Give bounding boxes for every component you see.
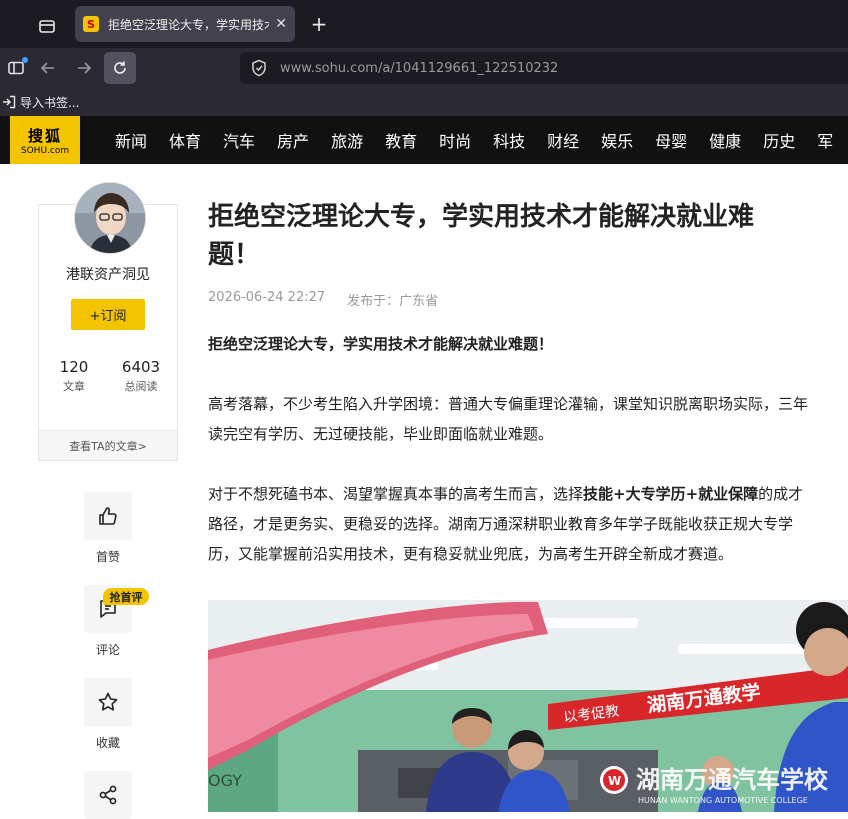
photo-watermark-text: 湖南万通汽车学校 bbox=[636, 766, 829, 794]
logo-main-text: 搜狐 bbox=[27, 126, 62, 145]
channel-link[interactable]: 科技 bbox=[493, 128, 525, 152]
author-avatar[interactable] bbox=[74, 182, 146, 254]
article-meta: 2026-06-24 22:27 发布于：广东省 bbox=[208, 290, 460, 309]
lead-paragraph: 拒绝空泛理论大专，学实用技术才能解决就业难题！ bbox=[208, 329, 848, 359]
channel-link[interactable]: 房产 bbox=[277, 128, 309, 152]
channel-link[interactable]: 体育 bbox=[169, 128, 201, 152]
channel-link[interactable]: 健康 bbox=[709, 128, 741, 152]
photo-wall-text-2: OGY bbox=[208, 771, 242, 790]
comment-label: 评论 bbox=[95, 643, 120, 657]
channel-link[interactable]: 历史 bbox=[763, 128, 795, 152]
publish-date: 2026-06-24 22:27 bbox=[208, 290, 326, 305]
favorite-label: 收藏 bbox=[95, 736, 120, 750]
sidebar-icon bbox=[8, 61, 24, 75]
paragraph-line: 历，又能掌握前沿实用技术，更有稳妥就业兜底，为高考生开辟全新成才赛道。 bbox=[208, 545, 734, 563]
forward-button[interactable] bbox=[68, 52, 100, 84]
url-text[interactable]: www.sohu.com/a/1041129661_122510232 bbox=[280, 61, 558, 76]
articles-count: 120 bbox=[59, 358, 89, 376]
article-title: 拒绝空泛理论大专，学实用技术才能解决就业难 题！ bbox=[208, 198, 828, 274]
favorite-button[interactable] bbox=[84, 678, 132, 726]
import-icon bbox=[3, 95, 16, 109]
channel-link[interactable]: 汽车 bbox=[223, 128, 255, 152]
address-bar[interactable]: www.sohu.com/a/1041129661_122510232 bbox=[240, 52, 848, 84]
sidebar-toggle-button[interactable] bbox=[0, 52, 32, 84]
channel-link[interactable]: 时尚 bbox=[439, 128, 471, 152]
title-line: 题！ bbox=[208, 240, 261, 270]
site-security-icon[interactable] bbox=[250, 59, 268, 77]
star-icon bbox=[98, 692, 118, 711]
publish-location: 发布于：广东省 bbox=[347, 294, 439, 309]
paragraph-1: 高考落幕，不少考生陷入升学困境：普通大专偏重理论灌输，课堂知识脱离职场实际，三年… bbox=[208, 389, 848, 449]
like-action[interactable]: 首赞 bbox=[84, 492, 132, 565]
channel-link[interactable]: 母婴 bbox=[655, 128, 687, 152]
thumbs-up-icon bbox=[99, 507, 117, 525]
shield-icon bbox=[252, 59, 266, 77]
paragraph-text: 对于不想死磕书本、渴望掌握真本事的高考生而言，选择 bbox=[208, 485, 584, 503]
reload-button[interactable] bbox=[104, 52, 136, 84]
tab-bar: S 拒绝空泛理论大专，学实用技术才能解决就业难题！ ✕ + bbox=[0, 0, 848, 48]
tab-list-icon bbox=[39, 20, 55, 33]
like-label: 首赞 bbox=[95, 550, 120, 564]
favorite-action[interactable]: 收藏 bbox=[84, 678, 132, 751]
channel-link[interactable]: 财经 bbox=[547, 128, 579, 152]
articles-label: 文章 bbox=[63, 380, 85, 393]
back-arrow-icon bbox=[40, 62, 54, 74]
workshop-photo-illustration: 湖南万通教学 以考促教 基地 OGY W 湖南万通汽车学校 HUNAN WANT… bbox=[208, 600, 848, 812]
forward-arrow-icon bbox=[78, 62, 92, 74]
channel-link[interactable]: 旅游 bbox=[331, 128, 363, 152]
tab-title: 拒绝空泛理论大专，学实用技术才能解决就业难题！ bbox=[108, 17, 269, 32]
import-bookmarks-item[interactable]: 导入书签... bbox=[2, 94, 79, 111]
paragraph-line: 路径，才是更务实、更稳妥的选择。湖南万通深耕职业教育多年学子既能收获正规大专学 bbox=[208, 515, 794, 533]
watermark-logo-text: W bbox=[608, 774, 621, 788]
first-comment-badge: 抢首评 bbox=[103, 588, 149, 605]
like-button[interactable] bbox=[84, 492, 132, 540]
lead-text: 拒绝空泛理论大专，学实用技术才能解决就业难题！ bbox=[208, 335, 554, 353]
reads-label: 总阅读 bbox=[124, 380, 158, 393]
paragraph-line: 高考落幕，不少考生陷入升学困境：普通大专偏重理论灌输，课堂知识脱离职场实际，三年 bbox=[208, 395, 809, 413]
navigation-bar: www.sohu.com/a/1041129661_122510232 bbox=[0, 48, 848, 88]
tab-close-icon[interactable]: ✕ bbox=[275, 16, 287, 32]
share-icon bbox=[99, 785, 117, 805]
tab-list-button[interactable] bbox=[30, 10, 64, 42]
photo-watermark-subtext: HUNAN WANTONG AUTOMOTIVE COLLEGE bbox=[638, 796, 808, 805]
notification-dot bbox=[22, 57, 28, 63]
logo-sub-text: SOHU.com bbox=[20, 145, 70, 156]
title-line: 拒绝空泛理论大专，学实用技术才能解决就业难 bbox=[208, 202, 755, 232]
channel-nav: 新闻 体育 汽车 房产 旅游 教育 时尚 科技 财经 娱乐 母婴 健康 历史 军 bbox=[104, 116, 844, 164]
subscribe-button[interactable]: +订阅 bbox=[71, 299, 145, 330]
paragraph-line: 对于不想死磕书本、渴望掌握真本事的高考生而言，选择技能+大专学历+就业保障的成才 bbox=[208, 479, 848, 509]
paragraph-highlight: 技能+大专学历+就业保障 bbox=[583, 485, 759, 503]
reload-icon bbox=[114, 61, 126, 74]
avatar-illustration bbox=[75, 183, 145, 253]
author-articles-link[interactable]: 查看TA的文章> bbox=[39, 430, 177, 460]
bookmarks-toolbar: 导入书签... bbox=[0, 88, 848, 116]
channel-link[interactable]: 军 bbox=[817, 128, 833, 152]
reads-count: 6403 bbox=[121, 358, 161, 376]
sohu-favicon-icon: S bbox=[83, 16, 99, 32]
article-photo[interactable]: 湖南万通教学 以考促教 基地 OGY W 湖南万通汽车学校 HUNAN WANT… bbox=[208, 600, 848, 812]
reads-stat: 6403 总阅读 bbox=[116, 358, 166, 394]
back-button[interactable] bbox=[32, 52, 64, 84]
paragraph-2: 对于不想死磕书本、渴望掌握真本事的高考生而言，选择技能+大专学历+就业保障的成才… bbox=[208, 479, 848, 569]
new-tab-button[interactable]: + bbox=[306, 11, 332, 37]
channel-link[interactable]: 教育 bbox=[385, 128, 417, 152]
channel-link[interactable]: 新闻 bbox=[115, 128, 147, 152]
sohu-logo[interactable]: 搜狐 SOHU.com bbox=[10, 116, 80, 164]
author-name[interactable]: 港联资产洞见 bbox=[38, 264, 178, 284]
active-tab[interactable]: S 拒绝空泛理论大专，学实用技术才能解决就业难题！ ✕ bbox=[75, 6, 295, 42]
import-bookmarks-label: 导入书签... bbox=[20, 95, 80, 110]
paragraph-text: 的成才 bbox=[758, 485, 804, 503]
paragraph-line: 读完空有学历、无过硬技能，毕业即面临就业难题。 bbox=[208, 425, 554, 443]
channel-link[interactable]: 娱乐 bbox=[601, 128, 633, 152]
articles-stat[interactable]: 120 文章 bbox=[49, 358, 99, 394]
